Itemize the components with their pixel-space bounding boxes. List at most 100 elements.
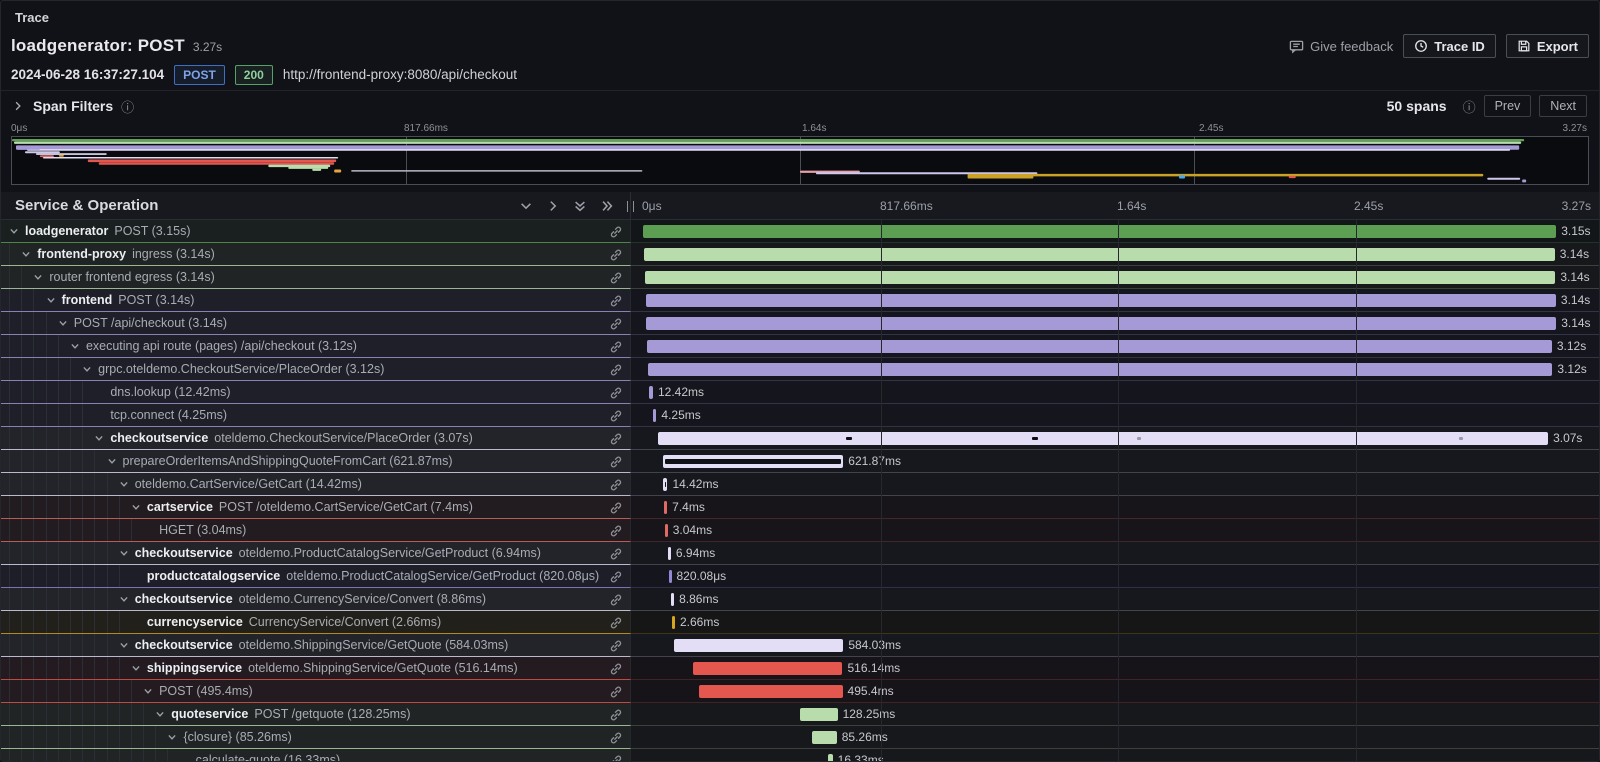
span-link-icon[interactable]	[608, 339, 623, 354]
span-link-icon[interactable]	[608, 523, 623, 538]
span-row[interactable]: executing api route (pages) /api/checkou…	[1, 335, 1599, 358]
span-row[interactable]: prepareOrderItemsAndShippingQuoteFromCar…	[1, 450, 1599, 473]
prev-button[interactable]: Prev	[1484, 95, 1532, 117]
span-row[interactable]: oteldemo.CartService/GetCart (14.42ms) 1…	[1, 473, 1599, 496]
span-duration-bar[interactable]: 3.14s	[646, 294, 1556, 307]
span-row[interactable]: frontend POST (3.14s) 3.14s	[1, 289, 1599, 312]
span-duration-bar[interactable]: 16.33ms	[828, 754, 833, 762]
span-duration-bar[interactable]: 621.87ms	[663, 455, 843, 468]
collapse-one-icon[interactable]	[519, 199, 533, 213]
span-link-icon[interactable]	[608, 385, 623, 400]
span-duration-bar[interactable]: 820.08μs	[669, 570, 672, 583]
span-duration-bar[interactable]: 4.25ms	[653, 409, 656, 422]
span-row[interactable]: checkoutservice oteldemo.CurrencyService…	[1, 588, 1599, 611]
span-row[interactable]: shippingservice oteldemo.ShippingService…	[1, 657, 1599, 680]
span-row[interactable]: loadgenerator POST (3.15s) 3.15s	[1, 220, 1599, 243]
span-row[interactable]: calculate-quote (16.33ms) 16.33ms	[1, 749, 1599, 762]
span-row[interactable]: POST (495.4ms) 495.4ms	[1, 680, 1599, 703]
span-link-icon[interactable]	[608, 592, 623, 607]
chevron-down-icon[interactable]	[82, 364, 95, 374]
chevron-down-icon[interactable]	[33, 272, 46, 282]
chevron-down-icon[interactable]	[70, 341, 83, 351]
filters-info-icon[interactable]: ⓘ	[121, 97, 134, 116]
span-duration-bar[interactable]: 6.94ms	[668, 547, 671, 560]
chevron-down-icon[interactable]	[21, 249, 34, 259]
trace-id-button[interactable]: Trace ID	[1403, 34, 1496, 58]
chevron-down-icon[interactable]	[167, 732, 180, 742]
expand-all-icon[interactable]	[600, 199, 614, 213]
span-duration-bar[interactable]: 8.86ms	[671, 593, 674, 606]
span-row[interactable]: quoteservice POST /getquote (128.25ms) 1…	[1, 703, 1599, 726]
span-link-icon[interactable]	[608, 224, 623, 239]
chevron-down-icon[interactable]	[131, 663, 144, 673]
span-link-icon[interactable]	[608, 730, 623, 745]
span-row[interactable]: tcp.connect (4.25ms) 4.25ms	[1, 404, 1599, 427]
span-row[interactable]: productcatalogservice oteldemo.ProductCa…	[1, 565, 1599, 588]
span-duration-bar[interactable]: 584.03ms	[674, 639, 843, 652]
give-feedback-link[interactable]: Give feedback	[1289, 39, 1393, 54]
span-link-icon[interactable]	[608, 707, 623, 722]
span-link-icon[interactable]	[608, 247, 623, 262]
span-duration-bar[interactable]: 14.42ms	[663, 478, 667, 491]
span-link-icon[interactable]	[608, 431, 623, 446]
span-count-info-icon[interactable]: ⓘ	[1463, 97, 1476, 116]
chevron-down-icon[interactable]	[119, 640, 132, 650]
span-link-icon[interactable]	[608, 546, 623, 561]
span-duration-bar[interactable]: 7.4ms	[664, 501, 667, 514]
span-duration-bar[interactable]: 3.15s	[643, 225, 1556, 238]
span-link-icon[interactable]	[608, 454, 623, 469]
span-link-icon[interactable]	[608, 316, 623, 331]
expand-one-icon[interactable]	[546, 199, 560, 213]
next-button[interactable]: Next	[1539, 95, 1587, 117]
span-link-icon[interactable]	[608, 500, 623, 515]
span-duration-bar[interactable]: 128.25ms	[800, 708, 837, 721]
span-row[interactable]: grpc.oteldemo.CheckoutService/PlaceOrder…	[1, 358, 1599, 381]
span-duration-bar[interactable]: 3.14s	[644, 248, 1554, 261]
span-row[interactable]: cartservice POST /oteldemo.CartService/G…	[1, 496, 1599, 519]
filters-expand-chevron-icon[interactable]	[13, 99, 23, 114]
span-duration-bar[interactable]: 516.14ms	[693, 662, 843, 675]
chevron-down-icon[interactable]	[119, 479, 132, 489]
span-row[interactable]: POST /api/checkout (3.14s) 3.14s	[1, 312, 1599, 335]
span-row[interactable]: HGET (3.04ms) 3.04ms	[1, 519, 1599, 542]
span-row[interactable]: currencyservice CurrencyService/Convert …	[1, 611, 1599, 634]
span-duration-bar[interactable]: 85.26ms	[812, 731, 837, 744]
span-link-icon[interactable]	[608, 270, 623, 285]
chevron-down-icon[interactable]	[94, 433, 107, 443]
export-button[interactable]: Export	[1506, 34, 1589, 58]
span-duration-bar[interactable]: 3.14s	[645, 271, 1555, 284]
span-row[interactable]: {closure} (85.26ms) 85.26ms	[1, 726, 1599, 749]
span-duration-bar[interactable]: 12.42ms	[649, 386, 653, 399]
span-link-icon[interactable]	[608, 362, 623, 377]
span-link-icon[interactable]	[608, 408, 623, 423]
chevron-down-icon[interactable]	[119, 594, 132, 604]
chevron-down-icon[interactable]	[107, 456, 120, 466]
span-row[interactable]: dns.lookup (12.42ms) 12.42ms	[1, 381, 1599, 404]
span-duration-bar[interactable]: 2.66ms	[672, 616, 675, 629]
span-duration-bar[interactable]: 3.14s	[646, 317, 1556, 330]
span-link-icon[interactable]	[608, 684, 623, 699]
chevron-down-icon[interactable]	[131, 502, 144, 512]
span-duration-bar[interactable]: 3.04ms	[665, 524, 668, 537]
span-row[interactable]: frontend-proxy ingress (3.14s) 3.14s	[1, 243, 1599, 266]
span-link-icon[interactable]	[608, 477, 623, 492]
span-link-icon[interactable]	[608, 569, 623, 584]
span-link-icon[interactable]	[608, 753, 623, 762]
span-row[interactable]: checkoutservice oteldemo.ShippingService…	[1, 634, 1599, 657]
span-link-icon[interactable]	[608, 661, 623, 676]
chevron-down-icon[interactable]	[155, 709, 168, 719]
span-link-icon[interactable]	[608, 615, 623, 630]
chevron-down-icon[interactable]	[46, 295, 59, 305]
span-row[interactable]: checkoutservice oteldemo.CheckoutService…	[1, 427, 1599, 450]
span-duration-bar[interactable]: 3.07s	[658, 432, 1548, 445]
chevron-down-icon[interactable]	[58, 318, 71, 328]
chevron-down-icon[interactable]	[9, 226, 22, 236]
panel-resize-handle[interactable]	[627, 201, 634, 212]
collapse-all-icon[interactable]	[573, 199, 587, 213]
chevron-down-icon[interactable]	[119, 548, 132, 558]
minimap-canvas[interactable]	[11, 136, 1589, 185]
span-duration-bar[interactable]: 3.12s	[647, 340, 1552, 353]
span-duration-bar[interactable]: 3.12s	[648, 363, 1553, 376]
span-row[interactable]: router frontend egress (3.14s) 3.14s	[1, 266, 1599, 289]
chevron-down-icon[interactable]	[143, 686, 156, 696]
